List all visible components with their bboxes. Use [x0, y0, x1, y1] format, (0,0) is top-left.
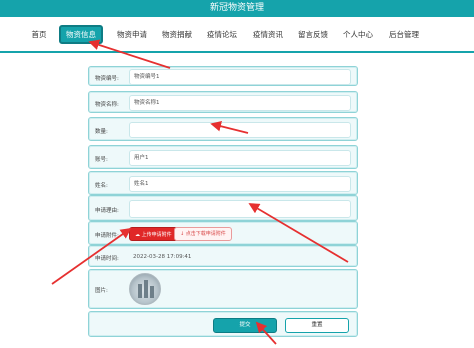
arrow-to-nav — [88, 39, 171, 69]
arrow-to-quantity — [210, 120, 249, 134]
arrow-to-reason — [248, 203, 349, 263]
arrow-to-upload — [51, 227, 132, 285]
annotation-arrows — [51, 39, 349, 345]
page: 新冠物资管理 首页 物资信息 物资申请 物资捐献 疫情论坛 疫情资讯 留言反馈 … — [0, 0, 474, 348]
arrow-to-submit — [255, 321, 277, 345]
